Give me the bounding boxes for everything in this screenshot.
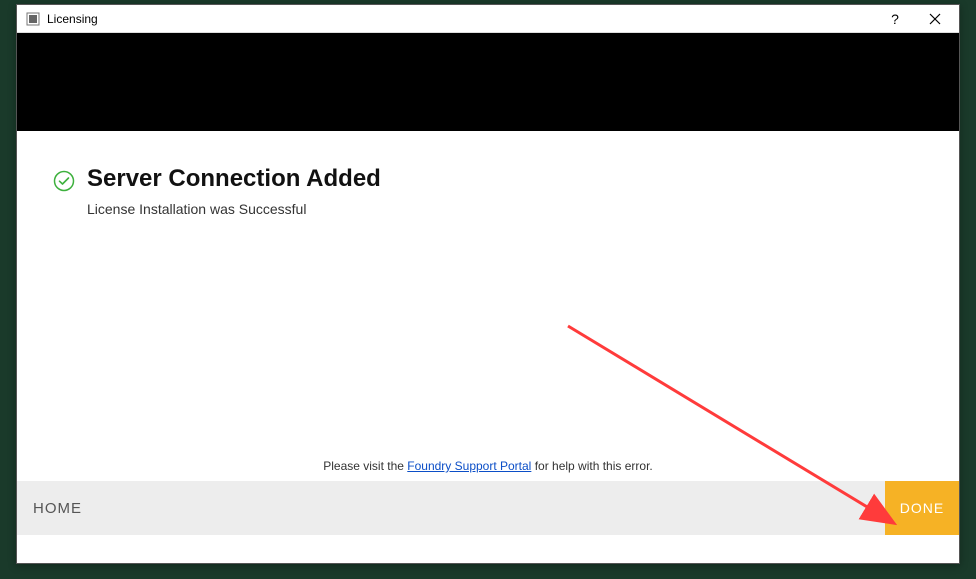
window-title: Licensing [47, 12, 875, 26]
licensing-dialog: Licensing ? Server Connection Added Lice… [16, 4, 960, 564]
content-area: Server Connection Added License Installa… [17, 131, 959, 481]
close-button[interactable] [915, 5, 955, 33]
titlebar: Licensing ? [17, 5, 959, 33]
footer-spacer [98, 481, 885, 535]
success-check-icon [53, 170, 75, 192]
help-suffix: for help with this error. [531, 459, 652, 473]
header-banner [17, 33, 959, 131]
status-heading: Server Connection Added [87, 165, 381, 193]
support-portal-link[interactable]: Foundry Support Portal [407, 459, 531, 473]
status-subtext: License Installation was Successful [87, 201, 923, 217]
done-button[interactable]: DONE [885, 481, 959, 535]
help-text: Please visit the Foundry Support Portal … [17, 459, 959, 473]
help-button[interactable]: ? [875, 5, 915, 33]
status-row: Server Connection Added [53, 165, 923, 193]
home-button[interactable]: HOME [17, 481, 98, 535]
close-icon [929, 13, 941, 25]
footer: HOME DONE [17, 481, 959, 535]
help-prefix: Please visit the [323, 459, 407, 473]
app-icon [25, 11, 41, 27]
